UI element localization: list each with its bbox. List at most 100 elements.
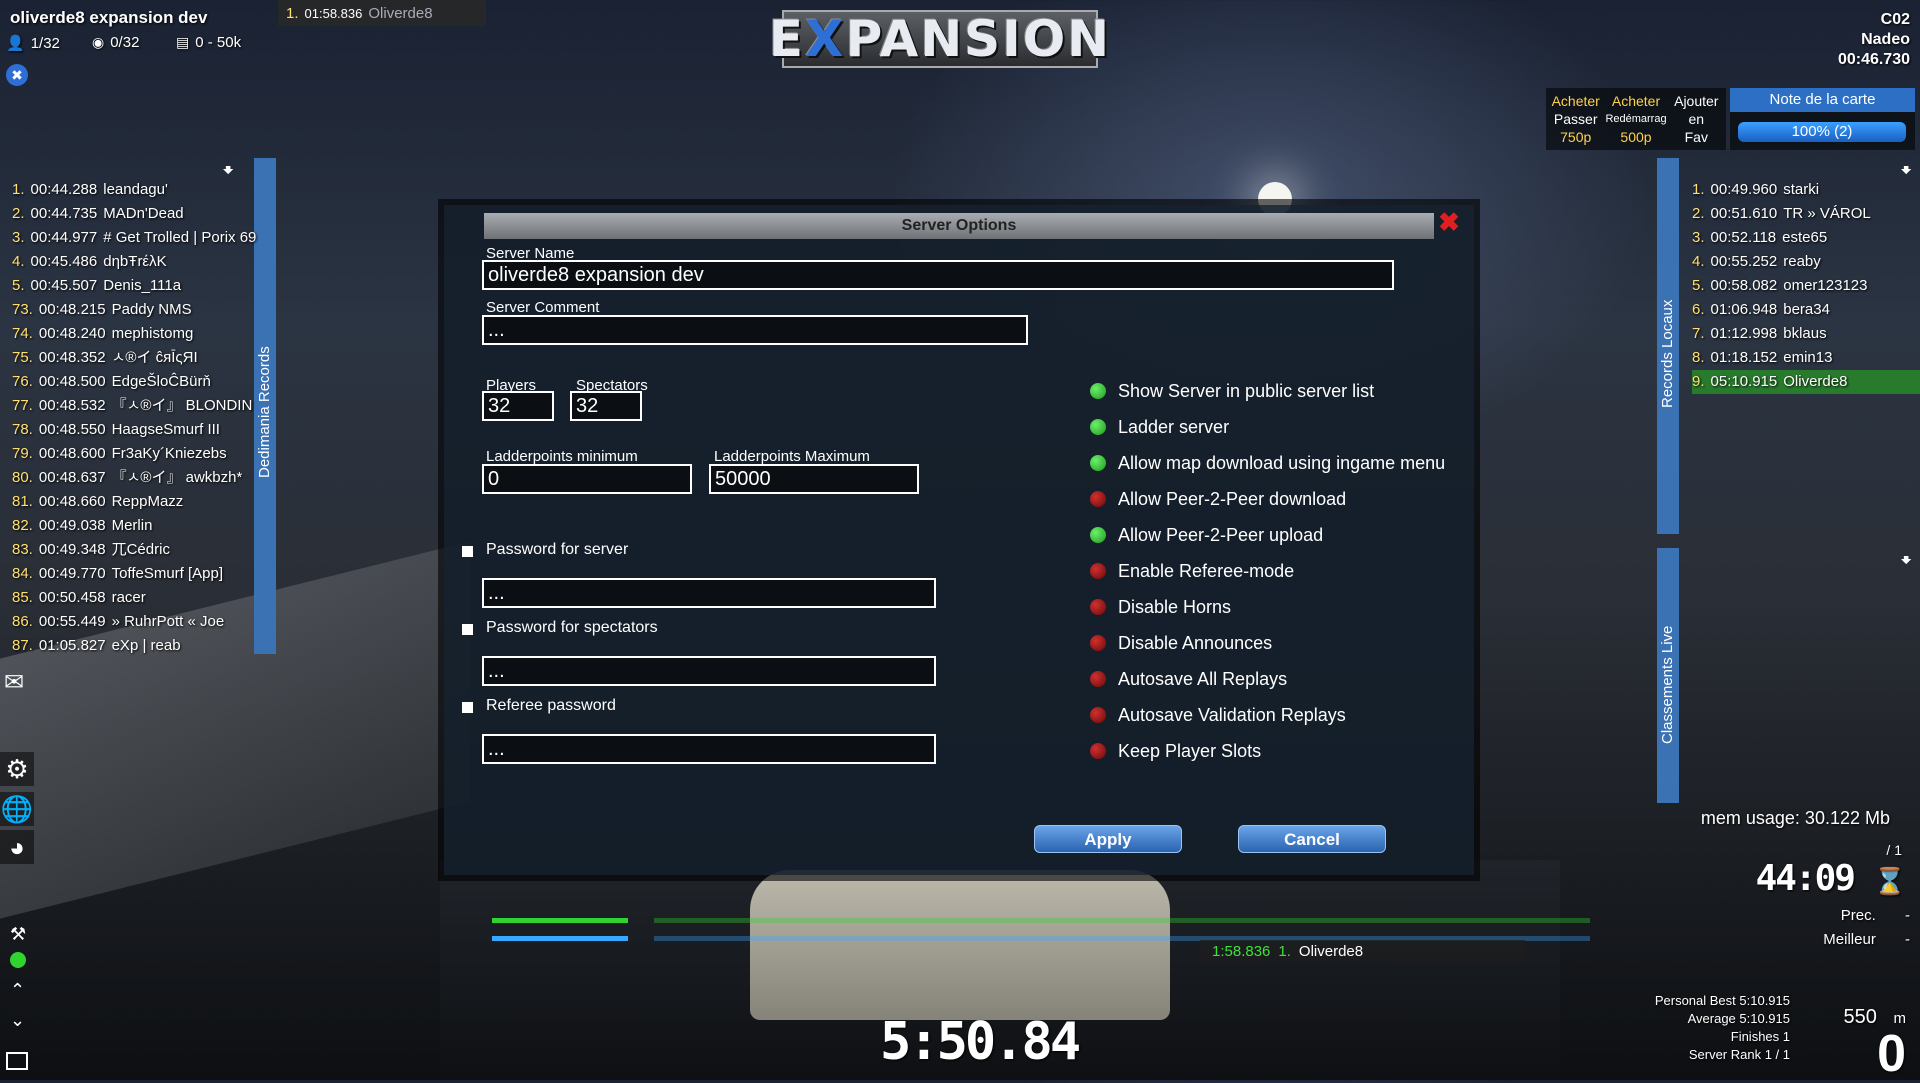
local-records-tab[interactable]: Records Locaux: [1657, 158, 1679, 534]
option-toggle[interactable]: Allow Peer-2-Peer download: [1090, 487, 1346, 511]
option-toggle[interactable]: Ladder server: [1090, 415, 1229, 439]
apply-button[interactable]: Apply: [1034, 825, 1182, 853]
record-time: 00:48.215: [38, 301, 106, 318]
password-spectators-checkbox[interactable]: [462, 624, 473, 635]
record-rank: 80.: [12, 469, 33, 486]
gear-icon[interactable]: ⚙: [0, 752, 34, 786]
window-icon[interactable]: [6, 1052, 28, 1070]
record-time: 00:44.735: [30, 205, 98, 222]
record-time: 00:44.977: [30, 229, 98, 246]
option-label: Allow map download using ingame menu: [1118, 452, 1446, 473]
record-rank: 75.: [12, 349, 33, 366]
referee-password-checkbox[interactable]: [462, 702, 473, 713]
record-row: 1. 00:44.288 leandagu': [12, 178, 256, 202]
buy-skip-button[interactable]: Acheter Passer 750p: [1546, 88, 1605, 150]
record-name: bklaus: [1783, 325, 1827, 342]
status-dot-icon: [1090, 527, 1106, 543]
record-time: 01:05.827: [38, 637, 106, 654]
password-server-checkbox[interactable]: [462, 546, 473, 557]
server-comment-label: Server Comment: [486, 299, 600, 316]
option-toggle[interactable]: Enable Referee-mode: [1090, 559, 1294, 583]
record-time: 00:48.550: [38, 421, 106, 438]
record-name: 兀Cédric: [111, 541, 170, 558]
password-server-input[interactable]: [482, 578, 936, 608]
server-name-input[interactable]: [482, 260, 1394, 290]
record-name: ToffeSmurf [App]: [111, 565, 224, 582]
record-row: 80. 00:48.637 『ㅅ®イ』 awkbzh*: [12, 466, 256, 490]
record-row: 8. 01:18.152 emin13: [1692, 346, 1920, 370]
dedimania-label: Dedimania Records: [256, 346, 273, 478]
server-icon[interactable]: ◕: [0, 830, 34, 864]
option-toggle[interactable]: Allow map download using ingame menu: [1090, 451, 1445, 475]
status-dot-icon: [1090, 707, 1106, 723]
mail-icon[interactable]: ✉: [4, 668, 24, 697]
expansion-logo: E X PANSION: [768, 10, 1112, 68]
record-rank: 86.: [12, 613, 33, 630]
server-comment-input[interactable]: [482, 315, 1028, 345]
map-rating[interactable]: Note de la carte 100% (2): [1730, 88, 1915, 150]
status-dot-icon: [1090, 491, 1106, 507]
record-row: 83. 00:49.348 兀Cédric: [12, 538, 256, 562]
password-spectators-input[interactable]: [482, 656, 936, 686]
record-row: 86. 00:55.449 » RuhrPott « Joe: [12, 610, 256, 634]
option-toggle[interactable]: Show Server in public server list: [1090, 379, 1374, 403]
option-label: Keep Player Slots: [1118, 740, 1262, 761]
record-row: 2. 00:44.735 MADn'Dead: [12, 202, 256, 226]
record-rank: 3.: [12, 229, 25, 246]
tool-icon[interactable]: ⚒: [10, 924, 26, 945]
record-time: 01:12.998: [1710, 325, 1778, 342]
players-input[interactable]: [482, 391, 554, 421]
status-dot-icon: [1090, 671, 1106, 687]
record-time: 00:48.352: [38, 349, 106, 366]
option-label: Autosave All Replays: [1118, 668, 1288, 689]
record-rank: 83.: [12, 541, 33, 558]
option-toggle[interactable]: Disable Announces: [1090, 631, 1272, 655]
map-rating-bar: 100% (2): [1738, 122, 1906, 142]
record-time: 00:49.770: [38, 565, 106, 582]
option-toggle[interactable]: Autosave Validation Replays: [1090, 703, 1346, 727]
record-name: » RuhrPott « Joe: [111, 613, 225, 630]
record-rank: 77.: [12, 397, 33, 414]
add-favorite-button[interactable]: Ajouter en Fav: [1667, 88, 1726, 150]
personal-stats: Personal Best 5:10.915 Average 5:10.915 …: [1654, 993, 1790, 1062]
checkpoint-panel: 1:58.836 1. Oliverde8: [1200, 940, 1525, 962]
option-toggle[interactable]: Keep Player Slots: [1090, 739, 1261, 763]
spectators-input[interactable]: [570, 391, 642, 421]
cancel-button[interactable]: Cancel: [1238, 825, 1386, 853]
ladderpoints-max-input[interactable]: [709, 464, 919, 494]
close-icon[interactable]: ✖: [1438, 209, 1460, 235]
arrow-down-icon[interactable]: 🠻: [1900, 546, 1912, 580]
option-label: Show Server in public server list: [1118, 380, 1375, 401]
server-title: oliverde8 expansion dev: [10, 8, 208, 27]
record-time: 00:48.532: [38, 397, 106, 414]
record-rank: 5.: [1692, 277, 1705, 294]
buy-restart-button[interactable]: Acheter Redémarrag 500p: [1605, 88, 1666, 150]
record-time: 00:44.288: [30, 181, 98, 198]
record-rank: 4.: [1692, 253, 1705, 270]
record-row: 74. 00:48.240 mephistomg: [12, 322, 256, 346]
spectators-count: ◉ 0/32: [92, 34, 140, 51]
ladder-icon: ▤: [176, 34, 190, 50]
dedimania-tab[interactable]: Dedimania Records: [254, 158, 276, 654]
ladderpoints-min-input[interactable]: [482, 464, 692, 494]
server-options-dialog: Server Options ✖ Server Name Server Comm…: [444, 205, 1474, 875]
option-label: Ladder server: [1118, 416, 1230, 437]
players-count: 👤 1/32: [6, 34, 60, 53]
expansion-icon[interactable]: ✖: [6, 64, 28, 86]
chevron-down-icon[interactable]: ⌄: [10, 1010, 25, 1031]
option-toggle[interactable]: Allow Peer-2-Peer upload: [1090, 523, 1323, 547]
record-row: 1. 00:49.960 starki: [1692, 178, 1920, 202]
option-toggle[interactable]: Disable Horns: [1090, 595, 1231, 619]
record-row: 4. 00:55.252 reaby: [1692, 250, 1920, 274]
option-toggle[interactable]: Autosave All Replays: [1090, 667, 1287, 691]
chevron-up-icon[interactable]: ⌃: [10, 980, 25, 1001]
option-label: Disable Horns: [1118, 596, 1232, 617]
option-label: Allow Peer-2-Peer upload: [1118, 524, 1324, 545]
globe-icon[interactable]: 🌐: [0, 792, 34, 826]
record-rank: 4.: [12, 253, 25, 270]
referee-password-input[interactable]: [482, 734, 936, 764]
live-rankings-tab[interactable]: Classements Live: [1657, 548, 1679, 803]
record-time: 00:50.458: [38, 589, 106, 606]
countdown-clock: 44:09 ⌛: [1755, 858, 1906, 899]
status-dot-icon: [1090, 455, 1106, 471]
